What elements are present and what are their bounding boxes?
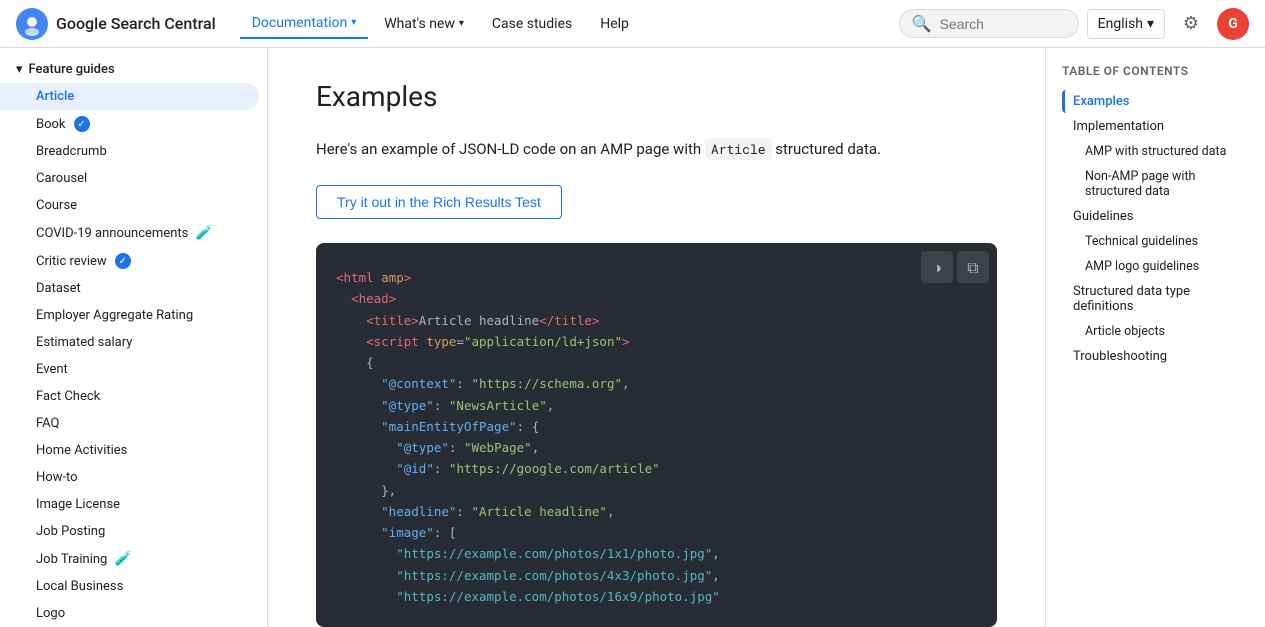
toc-item-guidelines[interactable]: Guidelines <box>1062 205 1249 228</box>
copy-button[interactable]: ⧉ <box>957 251 989 283</box>
flask-icon: 🧪 <box>115 551 131 567</box>
sidebar-item-job-training[interactable]: Job Training 🧪 <box>0 545 259 573</box>
inline-code: Article <box>705 138 772 160</box>
sidebar-item-fact-check[interactable]: Fact Check <box>0 383 259 410</box>
logo-text: Google Search Central <box>56 14 216 33</box>
toc-item-troubleshooting[interactable]: Troubleshooting <box>1062 345 1249 368</box>
nav-help[interactable]: Help <box>588 10 641 38</box>
sidebar-item-covid[interactable]: COVID-19 announcements 🧪 <box>0 219 259 247</box>
toc-title: Table of contents <box>1062 64 1249 78</box>
sidebar-item-home-activities[interactable]: Home Activities <box>0 437 259 464</box>
checkmark-badge: ✓ <box>74 116 90 132</box>
sidebar-item-critic-review[interactable]: Critic review ✓ <box>0 247 259 275</box>
nav-right: 🔍 English ▾ ⚙ G <box>899 6 1249 42</box>
chevron-down-icon: ▾ <box>16 62 23 77</box>
sidebar-item-job-posting[interactable]: Job Posting <box>0 518 259 545</box>
flask-icon: 🧪 <box>196 225 212 241</box>
nav-case-studies[interactable]: Case studies <box>480 10 584 38</box>
code-toolbar: ◑ ⧉ <box>921 251 989 283</box>
toc-item-technical-guidelines[interactable]: Technical guidelines <box>1062 230 1249 253</box>
logo-area[interactable]: Google Search Central <box>16 8 216 40</box>
search-input[interactable] <box>940 16 1060 32</box>
dark-mode-toggle[interactable]: ◑ <box>921 251 953 283</box>
toc-item-amp-logo-guidelines[interactable]: AMP logo guidelines <box>1062 255 1249 278</box>
sidebar-item-breadcrumb[interactable]: Breadcrumb <box>0 138 259 165</box>
search-icon: 🔍 <box>912 14 932 33</box>
chevron-down-icon: ▾ <box>351 17 356 28</box>
avatar[interactable]: G <box>1217 8 1249 40</box>
sidebar-item-faq[interactable]: FAQ <box>0 410 259 437</box>
try-rich-results-button[interactable]: Try it out in the Rich Results Test <box>316 185 562 219</box>
sidebar-item-course[interactable]: Course <box>0 192 259 219</box>
sidebar: ▾ Feature guides Article Book ✓ Breadcru… <box>0 48 268 627</box>
sidebar-item-estimated-salary[interactable]: Estimated salary <box>0 329 259 356</box>
search-box[interactable]: 🔍 <box>899 9 1079 38</box>
sidebar-section-feature-guides[interactable]: ▾ Feature guides <box>0 56 267 83</box>
code-content: <html amp> <head> <title>Article headlin… <box>316 243 997 627</box>
main-content: Examples Here's an example of JSON-LD co… <box>268 48 1045 627</box>
sidebar-item-local-business[interactable]: Local Business <box>0 573 259 600</box>
sidebar-item-how-to[interactable]: How-to <box>0 464 259 491</box>
code-block: ◑ ⧉ <html amp> <head> <title>Article hea… <box>316 243 997 627</box>
language-selector[interactable]: English ▾ <box>1087 9 1165 39</box>
toc-item-implementation[interactable]: Implementation <box>1062 115 1249 138</box>
toc-panel: Table of contents Examples Examples Impl… <box>1045 48 1265 627</box>
topnav: Google Search Central Documentation ▾ Wh… <box>0 0 1265 48</box>
checkmark-badge: ✓ <box>115 253 131 269</box>
sidebar-item-employer-aggregate[interactable]: Employer Aggregate Rating <box>0 302 259 329</box>
toc-item-nonamp-structured[interactable]: Non-AMP page with structured data <box>1062 165 1249 203</box>
sidebar-item-carousel[interactable]: Carousel <box>0 165 259 192</box>
page-layout: ▾ Feature guides Article Book ✓ Breadcru… <box>0 48 1265 627</box>
nav-documentation[interactable]: Documentation ▾ <box>240 9 369 39</box>
logo-icon <box>16 8 48 40</box>
nav-items: Documentation ▾ What's new ▾ Case studie… <box>240 9 891 39</box>
chevron-down-icon: ▾ <box>1147 16 1154 32</box>
toc-item-examples[interactable]: Examples <box>1062 90 1249 113</box>
description: Here's an example of JSON-LD code on an … <box>316 137 997 161</box>
sidebar-item-dataset[interactable]: Dataset <box>0 275 259 302</box>
toc-item-structured-data-type[interactable]: Structured data type definitions <box>1062 280 1249 318</box>
sidebar-item-book[interactable]: Book ✓ <box>0 110 259 138</box>
sidebar-item-event[interactable]: Event <box>0 356 259 383</box>
toc-item-article-objects[interactable]: Article objects <box>1062 320 1249 343</box>
sidebar-item-image-license[interactable]: Image License <box>0 491 259 518</box>
settings-button[interactable]: ⚙ <box>1173 6 1209 42</box>
nav-whats-new[interactable]: What's new ▾ <box>372 10 476 38</box>
section-heading: Examples <box>316 80 997 113</box>
chevron-down-icon: ▾ <box>459 18 464 29</box>
toc-item-amp-structured[interactable]: AMP with structured data <box>1062 140 1249 163</box>
sidebar-item-logo[interactable]: Logo <box>0 600 259 627</box>
sidebar-item-article[interactable]: Article <box>0 83 259 110</box>
